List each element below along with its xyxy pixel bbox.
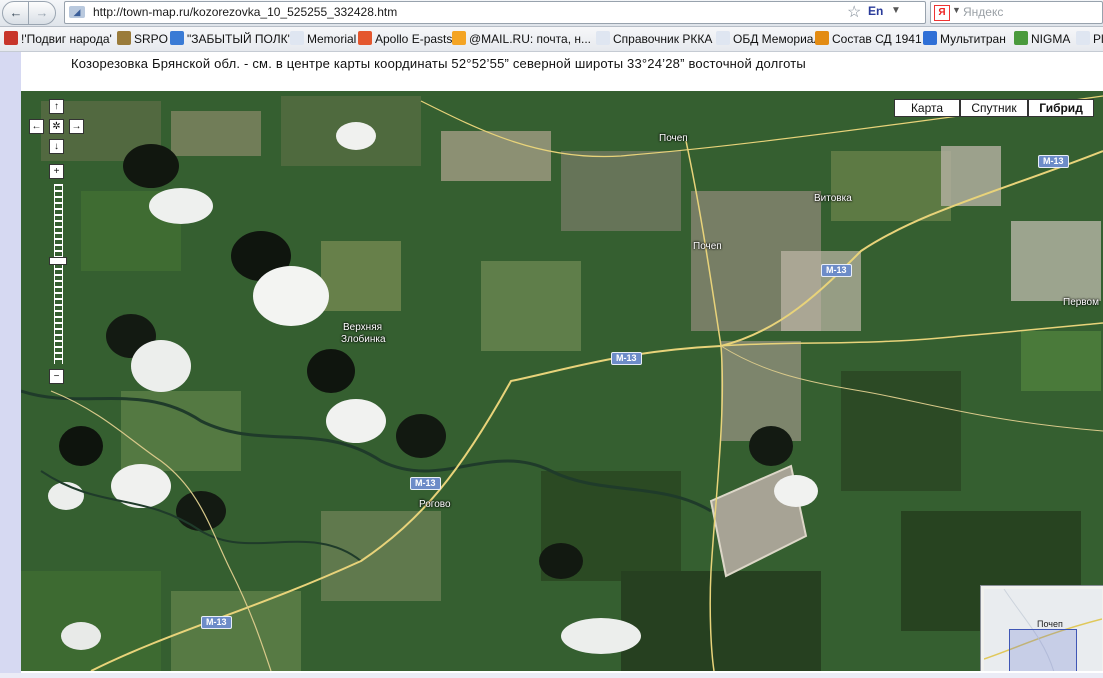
language-indicator: En <box>868 4 884 18</box>
pan-down-button[interactable]: ↓ <box>49 139 64 154</box>
address-bar[interactable]: ◢ http://town-map.ru/kozorezovka_10_5252… <box>64 1 982 24</box>
map-type-hybrid-button[interactable]: Гибрид <box>1028 99 1094 117</box>
place-label-vitovka: Витовка <box>814 193 852 204</box>
place-label-rogovo: Рогово <box>419 499 451 510</box>
pan-center-button[interactable]: ✲ <box>49 119 64 134</box>
page-left-strip <box>0 52 21 678</box>
road-shield-m13: M-13 <box>410 477 441 490</box>
zoom-out-button[interactable]: − <box>49 369 64 384</box>
bookmark-item[interactable]: !'Подвиг народа' <box>4 30 112 48</box>
bookmark-label: NIGMA <box>1031 32 1071 46</box>
bookmark-label: @MAIL.RU: почта, н... <box>469 32 592 46</box>
page-icon <box>596 31 610 45</box>
bookmark-label: "ЗАБЫТЫЙ ПОЛК" <box>187 32 292 46</box>
pan-up-button[interactable]: ↑ <box>49 99 64 114</box>
search-box[interactable]: Я ▼ Яндекс <box>930 1 1103 24</box>
map-view[interactable]: Карта Спутник Гибрид ↑ ← ✲ → ↓ + − Почеп… <box>21 91 1103 671</box>
page-icon <box>290 31 304 45</box>
place-label-pervom: Первом <box>1063 297 1099 308</box>
bookmark-item[interactable]: "ЗАБЫТЫЙ ПОЛК" <box>170 30 292 48</box>
mail-ru-icon <box>452 31 466 45</box>
road-shield-m13: M-13 <box>611 352 642 365</box>
road-shield-m13: M-13 <box>201 616 232 629</box>
emblem-icon <box>117 31 131 45</box>
bookmark-label: Справочник РККА <box>613 32 713 46</box>
multitran-icon <box>923 31 937 45</box>
bookmark-label: Memorial <box>307 32 357 46</box>
flag-icon <box>170 31 184 45</box>
bookmark-label: Мультитран <box>940 32 1006 46</box>
zoom-slider-thumb[interactable] <box>49 257 67 265</box>
forward-button[interactable]: → <box>28 1 56 25</box>
pan-left-button[interactable]: ← <box>29 119 44 134</box>
road-shield-m13: M-13 <box>1038 155 1069 168</box>
bookmark-item[interactable]: NIGMA <box>1014 30 1070 48</box>
bookmark-item[interactable]: SRPO <box>117 30 168 48</box>
bookmarks-bar: !'Подвиг народа' SRPO "ЗАБЫТЫЙ ПОЛК" Memori… <box>0 27 1103 52</box>
overview-map[interactable]: Почеп <box>980 585 1103 671</box>
bookmark-label: !'Подвиг народа' <box>21 32 112 46</box>
bookmark-label: Состав СД 1941 <box>832 32 922 46</box>
overview-map-inner: Почеп <box>984 589 1102 671</box>
bookmark-item[interactable]: ОБД Мемориал <box>716 30 820 48</box>
bookmark-item[interactable]: Справочник РККА <box>596 30 712 48</box>
map-type-map-button[interactable]: Карта <box>894 99 960 117</box>
bookmark-item[interactable]: Memorial <box>290 30 356 48</box>
bookmark-star-icon[interactable]: ☆ <box>847 2 861 22</box>
page-bottom-rule <box>0 673 1103 678</box>
bookmark-label: ОБД Мемориал <box>733 32 821 46</box>
pan-right-button[interactable]: → <box>69 119 84 134</box>
road-shield-m13: M-13 <box>821 264 852 277</box>
page-content: Козорезовка Брянской обл. - см. в центре… <box>0 52 1103 678</box>
place-label-pochep-north: Почеп <box>659 133 688 144</box>
zoom-slider-track[interactable] <box>54 184 63 364</box>
place-label-pochep: Почеп <box>693 241 722 252</box>
red-star-icon <box>4 31 18 45</box>
bookmark-label: SRPO <box>134 32 169 46</box>
browser-toolbar: ← → ◢ http://town-map.ru/kozorezovka_10_… <box>0 0 1103 27</box>
page-caption: Козорезовка Брянской обл. - см. в центре… <box>71 56 806 71</box>
map-type-satellite-button[interactable]: Спутник <box>960 99 1028 117</box>
bookmark-label: Pl <box>1093 32 1103 46</box>
url-history-dropdown-icon[interactable]: ▼ <box>891 5 901 16</box>
yandex-icon[interactable]: Я <box>934 5 950 21</box>
place-label-zlobinka: Злобинка <box>341 334 386 345</box>
bookmark-item[interactable]: Pl <box>1076 30 1103 48</box>
overview-viewport-rect[interactable] <box>1009 629 1077 671</box>
satellite-imagery <box>21 91 1103 671</box>
place-label-verkhnyaya: Верхняя <box>343 322 383 333</box>
bookmark-item[interactable]: @MAIL.RU: почта, н... <box>452 30 591 48</box>
page-icon <box>1076 31 1090 45</box>
bookmark-item[interactable]: Мультитран <box>923 30 1006 48</box>
bookmark-label: Apollo E-pasts <box>375 32 453 46</box>
search-input[interactable]: Яндекс <box>963 5 1003 19</box>
ribbon-icon <box>815 31 829 45</box>
search-engine-dropdown-icon[interactable]: ▼ <box>952 5 961 15</box>
nigma-icon <box>1014 31 1028 45</box>
overview-place-label: Почеп <box>1037 619 1063 629</box>
bookmark-item[interactable]: Apollo E-pasts <box>358 30 452 48</box>
zoom-in-button[interactable]: + <box>49 164 64 179</box>
bookmark-item[interactable]: Состав СД 1941 <box>815 30 922 48</box>
back-button[interactable]: ← <box>2 1 30 25</box>
site-favicon-icon: ◢ <box>69 6 85 18</box>
apollo-icon <box>358 31 372 45</box>
url-text[interactable]: http://town-map.ru/kozorezovka_10_525255… <box>93 5 397 19</box>
page-icon <box>716 31 730 45</box>
